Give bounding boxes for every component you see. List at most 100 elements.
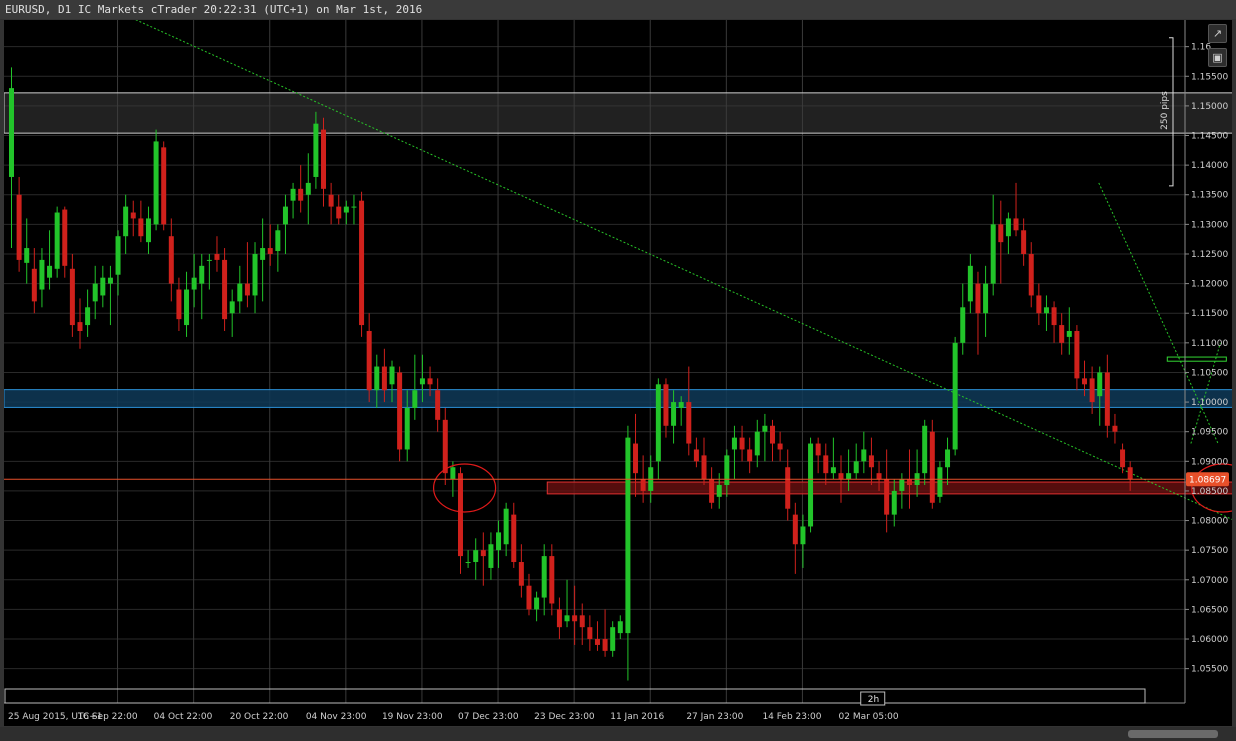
x-tick-label: 07 Dec 23:00 <box>458 712 519 722</box>
candle-body <box>549 556 555 604</box>
candle-body <box>823 455 829 474</box>
candle-body <box>572 615 578 622</box>
candle-body <box>100 277 106 296</box>
candle-body <box>762 425 768 432</box>
candle-body <box>503 508 509 545</box>
candle-body <box>610 627 616 651</box>
y-tick-label: 1.09500 <box>1191 428 1228 438</box>
candle-body <box>693 449 699 462</box>
candle-body <box>556 609 562 628</box>
candle-body <box>800 526 806 545</box>
horizontal-scrollbar[interactable] <box>0 727 1236 741</box>
candle-body <box>290 188 296 201</box>
chart-window: EURUSD, D1 IC Markets cTrader 20:22:31 (… <box>0 0 1236 741</box>
candle-body <box>1059 325 1065 343</box>
candle-body <box>945 449 951 468</box>
candle-body <box>145 218 151 243</box>
candle-body <box>1005 218 1011 237</box>
candle-body <box>267 248 273 254</box>
candle-body <box>511 514 517 563</box>
candle-body <box>39 259 45 290</box>
candle-body <box>419 378 425 385</box>
x-tick-label: 23 Dec 23:00 <box>534 712 595 722</box>
candle-body <box>351 206 357 208</box>
x-tick-label: 27 Jan 23:00 <box>686 712 743 722</box>
candle-body <box>313 123 319 177</box>
candle-body <box>92 283 98 302</box>
candle-body <box>922 425 928 474</box>
candle-body <box>861 449 867 462</box>
candle-body <box>252 253 258 296</box>
popout-icon[interactable]: ↗ <box>1208 24 1227 43</box>
candle-body <box>1028 253 1034 296</box>
candle-body <box>397 372 403 450</box>
candle-body <box>168 236 174 284</box>
chart-plot-area[interactable]: 1.05500 1.06000 1.06500 1.07000 1.07500 1.080… <box>4 20 1232 726</box>
candle-body <box>671 402 677 426</box>
y-tick-label: 1.15000 <box>1191 102 1228 112</box>
candle-body <box>328 194 334 207</box>
candle-body <box>305 182 311 195</box>
candle-body <box>739 437 745 450</box>
y-tick-label: 1.12500 <box>1191 250 1228 260</box>
candle-body <box>450 467 456 480</box>
candle-body <box>442 419 448 474</box>
candle-body <box>191 277 197 290</box>
candle-body <box>655 384 661 462</box>
candle-body <box>435 390 441 420</box>
candle-body <box>587 627 593 640</box>
candlestick-chart[interactable]: 1.05500 1.06000 1.06500 1.07000 1.07500 1.080… <box>4 20 1232 726</box>
candle-body <box>1013 218 1019 231</box>
zone-grey-upper <box>4 92 1232 134</box>
candle-body <box>998 224 1004 243</box>
y-tick-label: 1.15500 <box>1191 72 1228 82</box>
candle-body <box>1036 295 1042 314</box>
camera-icon[interactable]: ▣ <box>1208 48 1227 67</box>
candle-body <box>579 615 585 628</box>
y-tick-label: 1.07000 <box>1191 576 1228 586</box>
candle-body <box>404 408 410 450</box>
candle-body <box>663 384 669 426</box>
candle-body <box>488 544 494 568</box>
candle-body <box>815 443 821 456</box>
y-tick-label: 1.13500 <box>1191 191 1228 201</box>
candle-body <box>640 479 646 491</box>
candle-body <box>617 621 623 634</box>
candle-body <box>123 206 129 237</box>
candle-body <box>731 437 737 450</box>
candle-body <box>1043 307 1049 314</box>
candle-body <box>244 283 250 296</box>
current-price-tag: 1.08697 <box>1186 472 1229 487</box>
candle-body <box>389 366 395 385</box>
candle-body <box>16 194 22 260</box>
x-tick-label: 02 Mar 05:00 <box>839 712 899 722</box>
y-tick-label: 1.05500 <box>1191 665 1228 675</box>
candle-body <box>24 248 30 263</box>
y-tick-label: 1.10500 <box>1191 368 1228 378</box>
candle-body <box>770 425 775 444</box>
candle-body <box>412 390 418 409</box>
candle-body <box>457 473 463 557</box>
y-tick-label: 1.10000 <box>1191 398 1228 408</box>
candle-body <box>138 218 144 237</box>
candle-body <box>747 449 753 462</box>
current-price-value: 1.08697 <box>1189 475 1226 485</box>
candle-body <box>31 268 37 302</box>
y-tick-label: 1.11500 <box>1191 309 1228 319</box>
candle-body <box>983 283 989 314</box>
candle-body <box>853 461 859 474</box>
y-tick-label: 1.06000 <box>1191 635 1228 645</box>
candle-body <box>1074 330 1080 379</box>
candle-body <box>937 467 943 497</box>
candle-body <box>214 253 220 260</box>
candle-body <box>229 301 235 314</box>
y-tick-label: 1.07500 <box>1191 546 1228 556</box>
candle-body <box>176 289 182 320</box>
scrollbar-thumb[interactable] <box>1128 730 1218 738</box>
candle-body <box>1127 467 1133 480</box>
candle-body <box>130 212 136 219</box>
candle-body <box>199 265 205 284</box>
candle-body <box>724 455 730 486</box>
candle-body <box>1089 378 1095 403</box>
x-tick-label: 16 Sep 22:00 <box>78 712 138 722</box>
